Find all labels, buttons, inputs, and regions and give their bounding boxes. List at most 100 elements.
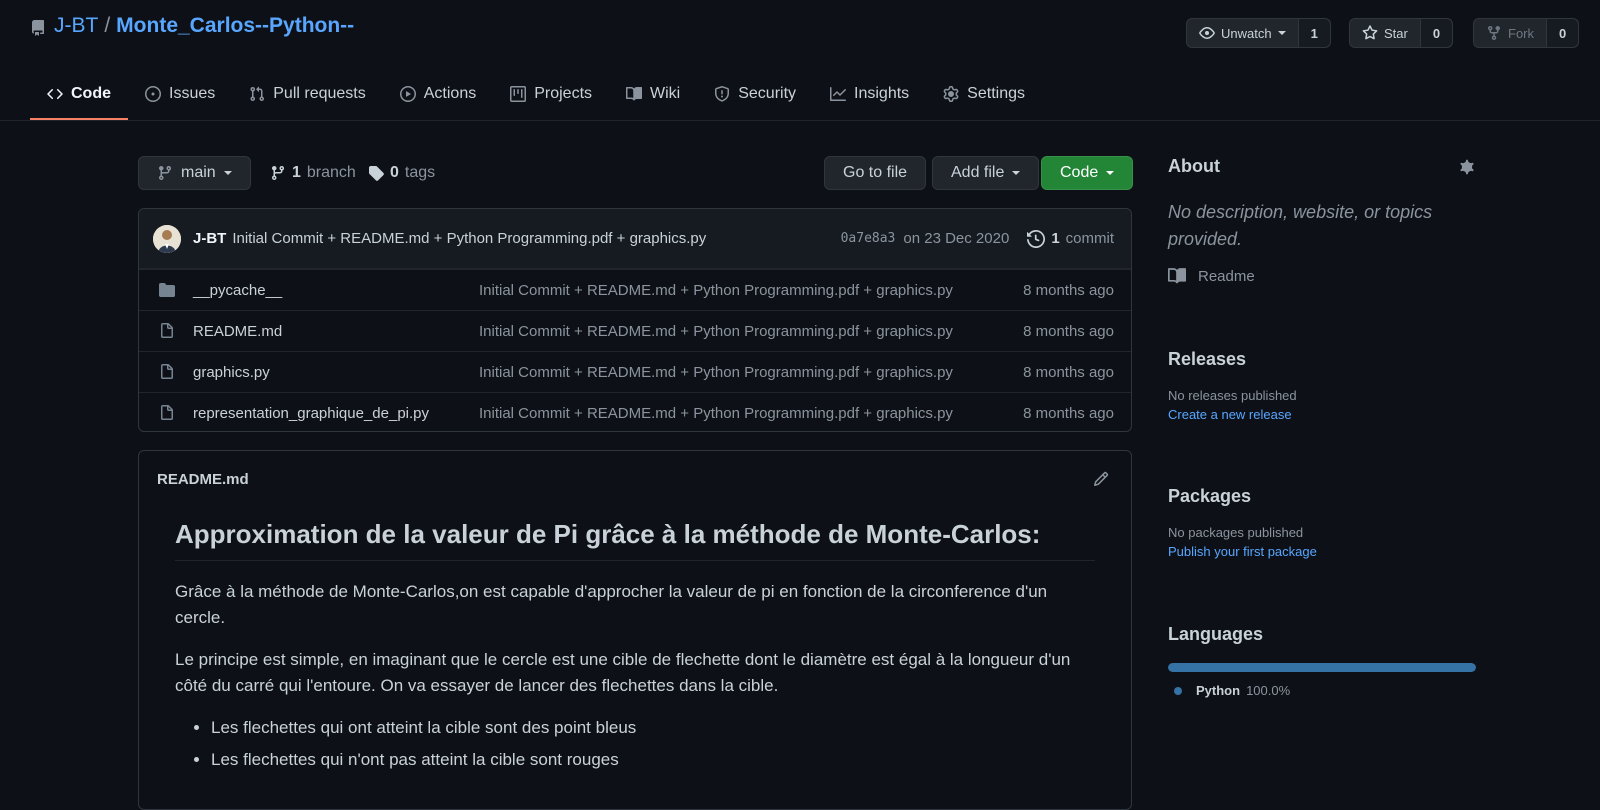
tab-label: Settings <box>967 85 1025 102</box>
readme-paragraph: Le principe est simple, en imaginant que… <box>175 650 1071 695</box>
fork-button[interactable]: Fork <box>1474 19 1546 47</box>
repo-nav-tabs: Code Issues Pull requests Actions Projec… <box>30 70 1042 120</box>
tab-label: Actions <box>423 85 477 102</box>
file-commit-message-link[interactable]: Initial Commit + README.md + Python Prog… <box>479 282 1023 299</box>
eye-icon <box>1199 25 1215 41</box>
tab-pull-requests[interactable]: Pull requests <box>232 70 383 118</box>
packages-section: Packages No packages published Publish y… <box>1168 486 1476 559</box>
file-name-link[interactable]: graphics.py <box>193 364 479 381</box>
language-name: Python <box>1196 683 1241 698</box>
releases-section: Releases No releases published Create a … <box>1168 349 1476 422</box>
tab-label: Security <box>738 85 797 102</box>
releases-title[interactable]: Releases <box>1168 349 1476 370</box>
code-download-button[interactable]: Code <box>1041 156 1134 190</box>
graph-icon <box>830 86 847 102</box>
tab-settings[interactable]: Settings <box>926 70 1042 118</box>
tab-label: Wiki <box>650 85 681 102</box>
avatar[interactable] <box>153 224 181 253</box>
go-to-file-label: Go to file <box>843 164 908 181</box>
file-icon <box>157 405 177 421</box>
tab-label: Projects <box>534 85 593 102</box>
play-icon <box>399 86 416 102</box>
readme-list: Les flechettes qui ont atteint la cible … <box>175 715 1095 773</box>
git-branch-icon <box>270 165 286 181</box>
file-listing: J-BT Initial Commit + README.md + Python… <box>138 208 1132 432</box>
tag-icon <box>368 165 384 181</box>
chevron-down-icon <box>223 171 232 175</box>
readme-paragraph: Grâce à la méthode de Monte-Carlos,on es… <box>175 582 1048 627</box>
branch-word: branch <box>306 164 356 181</box>
language-bar-python <box>1168 663 1476 672</box>
file-icon <box>157 323 177 339</box>
packages-title[interactable]: Packages <box>1168 486 1476 507</box>
add-file-label: Add file <box>951 164 1005 181</box>
add-file-button[interactable]: Add file <box>932 156 1040 190</box>
git-branch-icon <box>157 165 173 181</box>
unwatch-button[interactable]: Unwatch <box>1187 19 1298 47</box>
commits-history-link[interactable]: 1 commit <box>1027 229 1114 248</box>
file-commit-message-link[interactable]: Initial Commit + README.md + Python Prog… <box>479 323 1023 340</box>
language-item[interactable]: Python 100.0% <box>1168 683 1476 698</box>
code-icon <box>47 86 63 102</box>
star-button[interactable]: Star <box>1350 19 1420 47</box>
file-icon <box>157 364 177 380</box>
tab-issues[interactable]: Issues <box>128 70 232 118</box>
path-separator: / <box>104 14 111 37</box>
branches-link[interactable]: 1 branch <box>270 164 356 182</box>
go-to-file-button[interactable]: Go to file <box>824 156 927 190</box>
latest-commit-bar: J-BT Initial Commit + README.md + Python… <box>139 209 1131 269</box>
stars-count[interactable]: 0 <box>1419 19 1453 47</box>
chevron-down-icon <box>1012 171 1021 175</box>
packages-empty-text: No packages published <box>1168 525 1304 540</box>
publish-package-link[interactable]: Publish your first package <box>1168 544 1476 559</box>
releases-empty-text: No releases published <box>1168 388 1297 403</box>
book-icon <box>626 86 643 102</box>
gear-icon[interactable] <box>1458 158 1476 176</box>
folder-icon <box>157 282 177 298</box>
commit-word: commit <box>1065 230 1114 247</box>
tab-insights[interactable]: Insights <box>813 70 926 118</box>
repo-icon <box>30 20 46 36</box>
commit-message-link[interactable]: Initial Commit + README.md + Python Prog… <box>232 230 706 247</box>
commit-date: on 23 Dec 2020 <box>903 230 1010 247</box>
history-icon <box>1027 229 1046 248</box>
create-release-link[interactable]: Create a new release <box>1168 407 1476 422</box>
fork-icon <box>1486 25 1502 41</box>
tags-link[interactable]: 0 tags <box>368 164 435 182</box>
pencil-icon[interactable] <box>1093 471 1109 487</box>
readme-panel: README.md Approximation de la valeur de … <box>138 450 1132 810</box>
book-icon <box>1168 267 1186 285</box>
gear-icon <box>943 86 959 102</box>
repo-name-link[interactable]: Monte_Carlos--Python-- <box>116 14 354 38</box>
file-row: representation_graphique_de_pi.py Initia… <box>139 392 1131 431</box>
about-description: No description, website, or topics provi… <box>1168 202 1433 249</box>
tab-label: Code <box>71 85 111 102</box>
file-commit-message-link[interactable]: Initial Commit + README.md + Python Prog… <box>479 405 1023 422</box>
repo-heading: J-BT / Monte_Carlos--Python-- <box>30 14 354 38</box>
readme-title: Approximation de la valeur de Pi grâce à… <box>175 519 1095 561</box>
readme-content: Approximation de la valeur de Pi grâce à… <box>139 507 1131 773</box>
tab-actions[interactable]: Actions <box>383 70 493 118</box>
repo-owner-link[interactable]: J-BT <box>54 14 98 38</box>
watchers-count[interactable]: 1 <box>1297 19 1330 47</box>
branch-select-button[interactable]: main <box>138 156 251 190</box>
tab-wiki[interactable]: Wiki <box>609 70 697 118</box>
tab-security[interactable]: Security <box>697 70 813 118</box>
file-age: 8 months ago <box>1023 281 1114 299</box>
file-name-link[interactable]: __pycache__ <box>193 282 479 299</box>
readme-link[interactable]: Readme <box>1168 267 1476 285</box>
file-name-link[interactable]: README.md <box>193 323 479 340</box>
tab-projects[interactable]: Projects <box>493 70 609 118</box>
file-row: graphics.py Initial Commit + README.md +… <box>139 351 1131 392</box>
watch-button-group: Unwatch 1 <box>1186 18 1331 48</box>
file-age: 8 months ago <box>1023 363 1114 381</box>
commit-sha-link[interactable]: 0a7e8a3 <box>841 231 896 246</box>
forks-count[interactable]: 0 <box>1546 19 1579 47</box>
file-age: 8 months ago <box>1023 404 1114 422</box>
commit-author-link[interactable]: J-BT <box>193 230 226 247</box>
tab-code[interactable]: Code <box>30 70 128 120</box>
file-commit-message-link[interactable]: Initial Commit + README.md + Python Prog… <box>479 364 1023 381</box>
file-name-link[interactable]: representation_graphique_de_pi.py <box>193 405 479 422</box>
tag-count: 0 <box>390 164 399 181</box>
code-label: Code <box>1060 164 1099 181</box>
